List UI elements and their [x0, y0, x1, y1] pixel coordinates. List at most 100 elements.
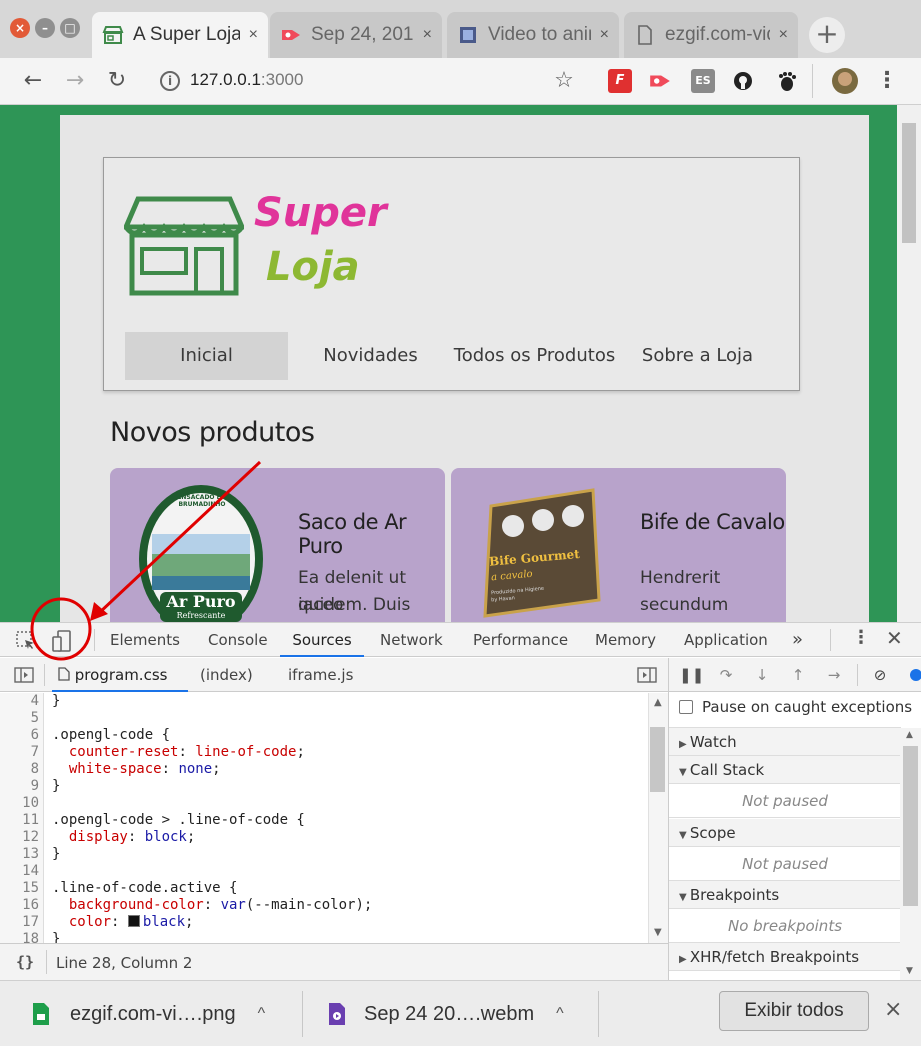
color-swatch[interactable]: [127, 915, 140, 927]
line-number[interactable]: 12: [0, 829, 44, 846]
line-number[interactable]: 4: [0, 693, 44, 710]
browser-tab-super-loja[interactable]: A Super Loja ×: [92, 12, 268, 58]
devtools-close-icon[interactable]: ✕: [886, 626, 903, 650]
debugger-scrollbar-thumb[interactable]: [903, 746, 918, 906]
pretty-print-button[interactable]: {}: [16, 953, 34, 971]
device-toolbar-icon[interactable]: [52, 630, 72, 656]
product-name[interactable]: Saco de Ar Puro: [298, 510, 445, 558]
address-bar[interactable]: 127.0.0.1:3000: [190, 70, 303, 90]
line-number[interactable]: 6: [0, 727, 44, 744]
line-number[interactable]: 17: [0, 914, 44, 931]
line-number[interactable]: 9: [0, 778, 44, 795]
devtools-tab-console[interactable]: Console: [206, 623, 270, 657]
extension-es-icon[interactable]: ES: [691, 69, 715, 93]
watch-section-header[interactable]: ▶ Watch: [669, 728, 901, 756]
browser-tab-recording[interactable]: Sep 24, 2019 ×: [270, 12, 442, 58]
line-number[interactable]: 16: [0, 897, 44, 914]
window-minimize-button[interactable]: –: [35, 18, 55, 38]
step-icon[interactable]: →: [823, 664, 845, 686]
extension-gnome-icon[interactable]: [775, 70, 797, 96]
pause-icon[interactable]: ❚❚: [679, 664, 704, 686]
toggle-navigator-icon[interactable]: [14, 667, 34, 687]
tab-close-icon[interactable]: ×: [249, 26, 258, 44]
download-item-webm[interactable]: Sep 24 20….webm ^: [328, 995, 564, 1033]
scroll-up-icon[interactable]: ▲: [906, 730, 913, 740]
line-number[interactable]: 14: [0, 863, 44, 880]
devtools-tab-application[interactable]: Application: [682, 623, 770, 657]
code-line[interactable]: 17 color: black;: [0, 914, 668, 931]
reload-icon[interactable]: ↻: [102, 66, 132, 96]
line-number[interactable]: 7: [0, 744, 44, 761]
code-line[interactable]: 8 white-space: none;: [0, 761, 668, 778]
deactivate-breakpoints-icon[interactable]: ⊘: [869, 664, 891, 686]
scope-section-header[interactable]: ▼ Scope: [669, 819, 901, 847]
line-number[interactable]: 13: [0, 846, 44, 863]
new-tab-button[interactable]: +: [809, 17, 845, 53]
pause-on-caught-checkbox[interactable]: [679, 700, 693, 714]
product-name[interactable]: Bife de Cavalo: [640, 510, 785, 534]
product-card-ar-puro[interactable]: ENSACADO EM BRUMADINHO Ar Puro Refrescan…: [110, 468, 445, 622]
file-tab-program-css[interactable]: program.css ×: [52, 658, 188, 718]
step-into-icon[interactable]: ↓: [751, 664, 773, 686]
download-item-png[interactable]: ezgif.com-vi….png ^: [32, 995, 265, 1033]
line-number[interactable]: 10: [0, 795, 44, 812]
forward-arrow-icon[interactable]: →: [60, 66, 90, 96]
nav-item-inicial[interactable]: Inicial: [125, 332, 288, 380]
call-stack-section-header[interactable]: ▼ Call Stack: [669, 756, 901, 784]
devtools-more-tabs-button[interactable]: »: [790, 623, 805, 657]
pause-on-exceptions-icon[interactable]: [910, 669, 921, 681]
code-line[interactable]: 18}: [0, 931, 668, 943]
tab-close-icon[interactable]: ×: [423, 26, 432, 44]
page-scrollbar-thumb[interactable]: [902, 123, 916, 243]
profile-avatar[interactable]: [832, 68, 858, 94]
nav-item-novidades[interactable]: Novidades: [289, 332, 452, 380]
extension-screencast-icon[interactable]: [648, 72, 672, 94]
scroll-down-icon[interactable]: ▼: [906, 966, 913, 976]
product-card-bife-de-cavalo[interactable]: Bife Gourmet a cavalo Produzido na Higie…: [451, 468, 786, 622]
xhr-breakpoints-section-header[interactable]: ▶ XHR/fetch Breakpoints: [669, 943, 901, 971]
browser-tab-video-to-gif[interactable]: Video to animated GIF ×: [447, 12, 619, 58]
code-line[interactable]: 12 display: block;: [0, 829, 668, 846]
devtools-menu-icon[interactable]: ⋮: [852, 627, 870, 648]
line-number[interactable]: 18: [0, 931, 44, 943]
code-line[interactable]: 13}: [0, 846, 668, 863]
window-maximize-button[interactable]: □: [60, 18, 80, 38]
scroll-down-icon[interactable]: ▼: [654, 927, 662, 938]
file-tab-iframe-js[interactable]: iframe.js: [288, 658, 353, 692]
download-options-chevron-icon[interactable]: ^: [258, 1005, 266, 1023]
show-all-downloads-button[interactable]: Exibir todos: [719, 991, 869, 1031]
line-number[interactable]: 8: [0, 761, 44, 778]
breakpoints-section-header[interactable]: ▼ Breakpoints: [669, 881, 901, 909]
code-line[interactable]: 7 counter-reset: line-of-code;: [0, 744, 668, 761]
code-line[interactable]: 4}: [0, 693, 668, 710]
extension-github-icon[interactable]: [733, 71, 753, 95]
code-line[interactable]: 10: [0, 795, 668, 812]
close-shelf-icon[interactable]: ×: [884, 997, 902, 1022]
code-line[interactable]: 11 .opengl-code > .line-of-code {: [0, 812, 668, 829]
bookmark-star-icon[interactable]: ☆: [549, 66, 579, 96]
nav-item-sobre-a-loja[interactable]: Sobre a Loja: [616, 332, 779, 380]
step-out-icon[interactable]: ↑: [787, 664, 809, 686]
browser-menu-icon[interactable]: ⋮: [872, 66, 902, 96]
code-line[interactable]: 5: [0, 710, 668, 727]
devtools-tab-elements[interactable]: Elements: [108, 623, 182, 657]
code-line[interactable]: 6 .opengl-code {: [0, 727, 668, 744]
devtools-tab-sources[interactable]: Sources: [280, 623, 364, 657]
download-options-chevron-icon[interactable]: ^: [556, 1005, 564, 1023]
back-arrow-icon[interactable]: ←: [18, 66, 48, 96]
toggle-debugger-icon[interactable]: [637, 667, 657, 687]
step-over-icon[interactable]: ↷: [715, 664, 737, 686]
tab-close-icon[interactable]: ×: [779, 26, 788, 44]
devtools-tab-network[interactable]: Network: [378, 623, 445, 657]
window-close-button[interactable]: ×: [10, 18, 30, 38]
code-line[interactable]: 15 .line-of-code.active {: [0, 880, 668, 897]
extension-f-icon[interactable]: F: [608, 69, 632, 93]
site-info-icon[interactable]: i: [160, 71, 180, 91]
file-tab-index[interactable]: (index): [200, 658, 253, 692]
devtools-tab-memory[interactable]: Memory: [593, 623, 658, 657]
line-number[interactable]: 11: [0, 812, 44, 829]
inspect-element-icon[interactable]: [16, 631, 36, 655]
devtools-tab-performance[interactable]: Performance: [471, 623, 570, 657]
code-line[interactable]: 14: [0, 863, 668, 880]
editor-scrollbar-thumb[interactable]: [650, 727, 665, 792]
